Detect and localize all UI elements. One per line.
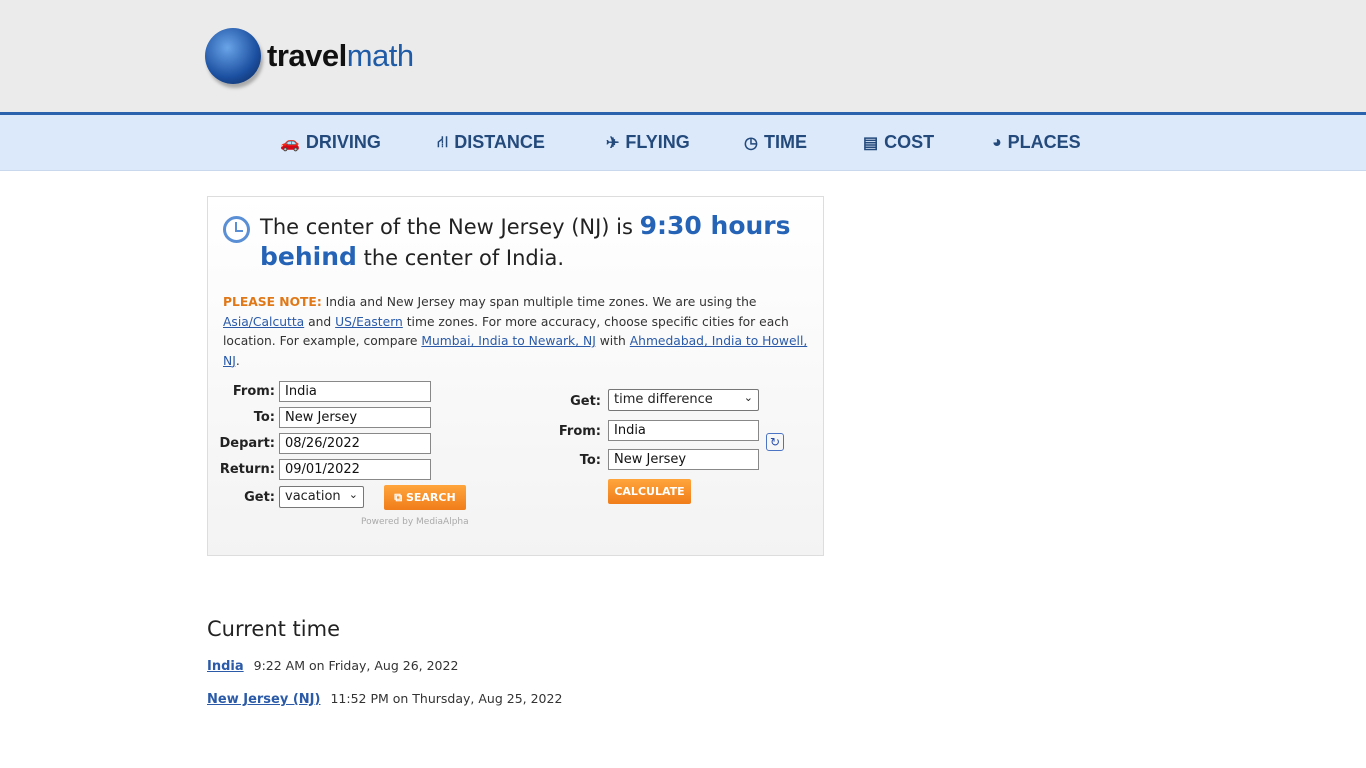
place-link[interactable]: India — [207, 659, 244, 674]
logo-text-light: math — [346, 38, 414, 73]
nav-distance[interactable]: ⛙ DISTANCE — [437, 132, 545, 153]
calc-from-input[interactable]: India — [608, 420, 759, 441]
header: travelmath — [0, 0, 1366, 112]
return-date-input[interactable]: 09/01/2022 — [279, 459, 431, 480]
external-link-icon: ⧉ — [394, 491, 406, 504]
calc-to-input[interactable]: New Jersey — [608, 449, 759, 470]
result-post: the center of India. — [356, 246, 565, 270]
from-label: From: — [558, 424, 601, 439]
nav-label: FLYING — [625, 132, 690, 152]
link-mumbai-newark[interactable]: Mumbai, India to Newark, NJ — [421, 334, 595, 348]
travelmath-logo[interactable]: travelmath — [205, 28, 414, 84]
calculate-button[interactable]: CALCULATE — [608, 479, 691, 504]
plane-icon: ✈ — [606, 134, 620, 152]
note-label: PLEASE NOTE: — [223, 295, 322, 309]
depart-label: Depart: — [219, 436, 275, 451]
nav-cost[interactable]: ▤ COST — [863, 132, 934, 153]
swap-icon[interactable]: ↻ — [766, 433, 784, 451]
nav-label: TIME — [763, 132, 807, 152]
calc-get-select[interactable]: time difference ⌄ — [608, 389, 759, 411]
select-value: vacation — [285, 489, 341, 504]
logo-text-bold: travel — [267, 38, 347, 73]
nav-label: COST — [884, 132, 935, 152]
nav-label: DRIVING — [305, 132, 381, 152]
from-label: From: — [232, 384, 275, 399]
select-value: time difference — [614, 392, 713, 407]
powered-by: Powered by MediaAlpha — [361, 517, 469, 527]
place-link[interactable]: New Jersey (NJ) — [207, 692, 320, 707]
road-icon: ⛙ — [437, 133, 449, 151]
vacation-get-select[interactable]: vacation ⌄ — [279, 486, 364, 508]
main-nav: 🚗 DRIVING ⛙ DISTANCE ✈ FLYING ◷ TIME ▤ COST ◕… — [0, 112, 1366, 171]
get-label: Get: — [570, 394, 601, 409]
current-time-title: Current time — [207, 617, 340, 641]
nav-label: DISTANCE — [454, 132, 545, 152]
current-time-row: India 9:22 AM on Friday, Aug 26, 2022 — [207, 658, 458, 674]
globe-logo-icon — [205, 28, 261, 84]
nav-flying[interactable]: ✈ FLYING — [606, 132, 690, 153]
nav-driving[interactable]: 🚗 DRIVING — [280, 132, 381, 153]
current-time-row: New Jersey (NJ) 11:52 PM on Thursday, Aug… — [207, 691, 562, 707]
chevron-down-icon: ⌄ — [743, 391, 753, 404]
clock-icon — [223, 216, 250, 243]
chevron-down-icon: ⌄ — [348, 488, 358, 501]
depart-date-input[interactable]: 08/26/2022 — [279, 433, 431, 454]
time-value: 11:52 PM on Thursday, Aug 25, 2022 — [330, 691, 563, 706]
note-text: India and New Jersey may span multiple t… — [321, 295, 757, 309]
search-button[interactable]: ⧉ SEARCH — [384, 485, 466, 510]
link-asia-calcutta[interactable]: Asia/Calcutta — [223, 315, 304, 329]
note-text: with — [595, 334, 630, 348]
note-text: . — [235, 353, 240, 368]
get-label: Get: — [244, 490, 275, 505]
credit-card-icon: ▤ — [863, 134, 879, 152]
globe-icon: ◕ — [992, 133, 1002, 151]
car-icon: 🚗 — [280, 134, 300, 152]
note-text: and — [304, 314, 336, 329]
nav-label: PLACES — [1007, 132, 1081, 152]
to-label: To: — [253, 410, 275, 425]
to-label: To: — [579, 453, 601, 468]
vacation-to-input[interactable]: New Jersey — [279, 407, 431, 428]
nav-places[interactable]: ◕ PLACES — [992, 132, 1081, 153]
result-pre: The center of the New Jersey (NJ) is — [260, 215, 640, 239]
vacation-from-input[interactable]: India — [279, 381, 431, 402]
return-label: Return: — [219, 462, 275, 477]
link-us-eastern[interactable]: US/Eastern — [335, 315, 403, 329]
time-value: 9:22 AM on Friday, Aug 26, 2022 — [253, 658, 459, 673]
timezone-note: PLEASE NOTE: India and New Jersey may sp… — [223, 293, 813, 371]
result-headline: The center of the New Jersey (NJ) is 9:3… — [260, 211, 800, 273]
search-label: SEARCH — [405, 491, 456, 504]
result-box: The center of the New Jersey (NJ) is 9:3… — [207, 196, 824, 556]
clock-icon: ◷ — [744, 134, 758, 152]
nav-time[interactable]: ◷ TIME — [744, 132, 807, 153]
